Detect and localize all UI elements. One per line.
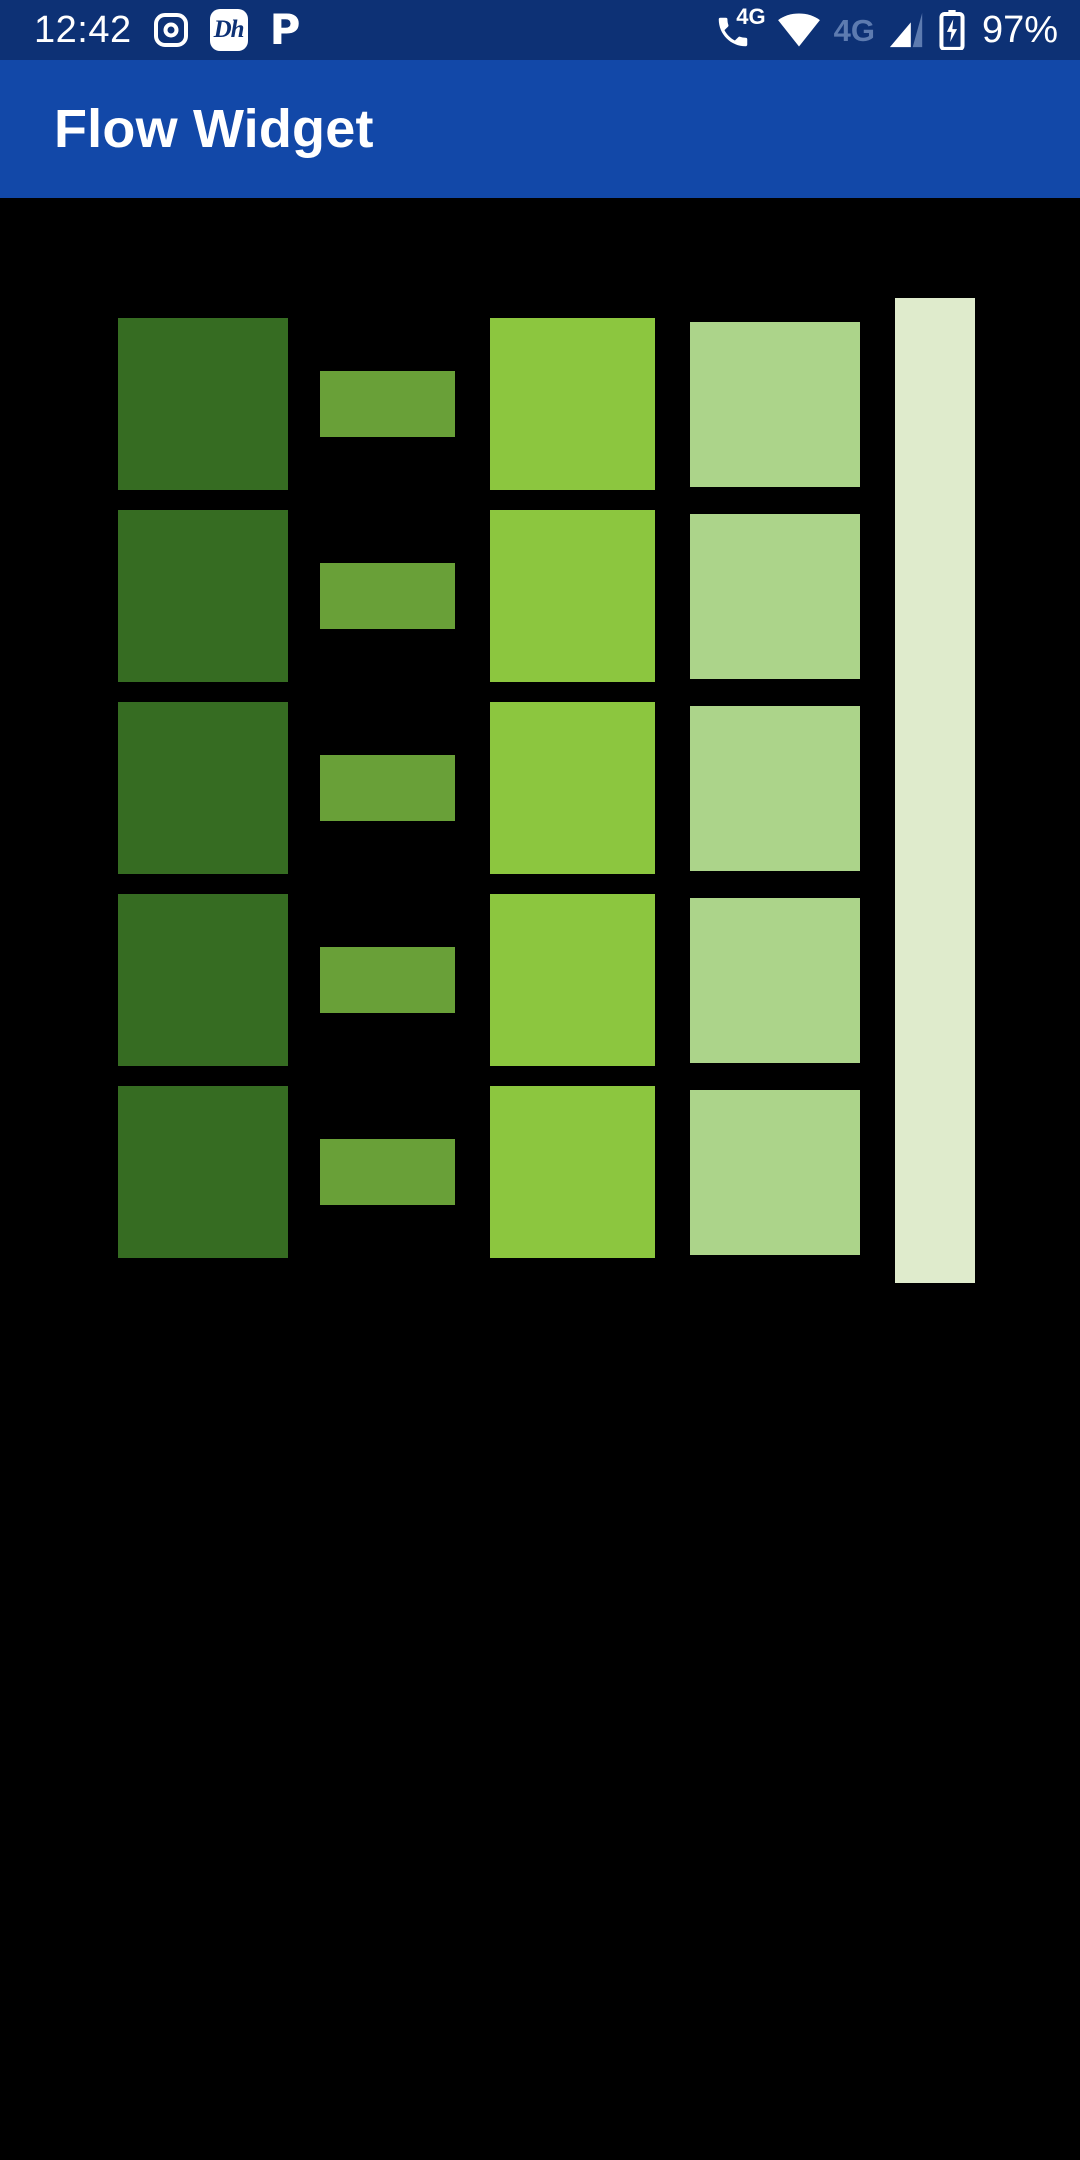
flow-item[interactable] (320, 755, 455, 821)
mobile-network-4g-label: 4G (833, 12, 875, 48)
app-bar: Flow Widget (0, 60, 1080, 198)
status-bar-clock: 12:42 (34, 9, 132, 51)
flow-item[interactable] (690, 321, 860, 487)
flow-item[interactable] (490, 510, 655, 682)
flow-item[interactable] (895, 298, 975, 1283)
flow-item[interactable] (118, 702, 288, 874)
signal-bars-icon (889, 12, 923, 48)
flow-item[interactable] (118, 1086, 288, 1258)
volte-4g-label: 4G (736, 4, 766, 29)
flow-item[interactable] (690, 897, 860, 1063)
flow-item[interactable] (690, 1089, 860, 1255)
content-area (0, 198, 1080, 2160)
flow-item[interactable] (320, 371, 455, 437)
flow-item[interactable] (490, 318, 655, 490)
status-bar: 12:42 Dh P 4G 4G 97% (0, 0, 1080, 60)
flow-item[interactable] (490, 702, 655, 874)
disney-hotstar-icon: Dh (209, 9, 248, 51)
flow-item[interactable] (690, 705, 860, 871)
status-bar-right-group: 4G 4G 97% (714, 6, 1058, 51)
phonepe-icon: P (269, 5, 301, 54)
flow-item[interactable] (490, 894, 655, 1066)
wifi-icon (777, 13, 820, 47)
flow-widget (0, 198, 1080, 1398)
flow-item[interactable] (118, 510, 288, 682)
flow-item[interactable] (118, 318, 288, 490)
status-bar-left-group: 12:42 Dh P (34, 9, 300, 51)
flow-item[interactable] (320, 563, 455, 629)
flow-item[interactable] (490, 1086, 655, 1258)
volte-4g-icon: 4G (714, 6, 766, 50)
flow-item[interactable] (690, 513, 860, 679)
app-bar-title: Flow Widget (54, 99, 374, 159)
flow-item[interactable] (320, 947, 455, 1013)
battery-percent-label: 97% (981, 9, 1058, 51)
flow-item[interactable] (320, 1139, 455, 1205)
flow-item[interactable] (118, 894, 288, 1066)
battery-charging-icon (939, 10, 965, 50)
instagram-icon (153, 13, 188, 47)
